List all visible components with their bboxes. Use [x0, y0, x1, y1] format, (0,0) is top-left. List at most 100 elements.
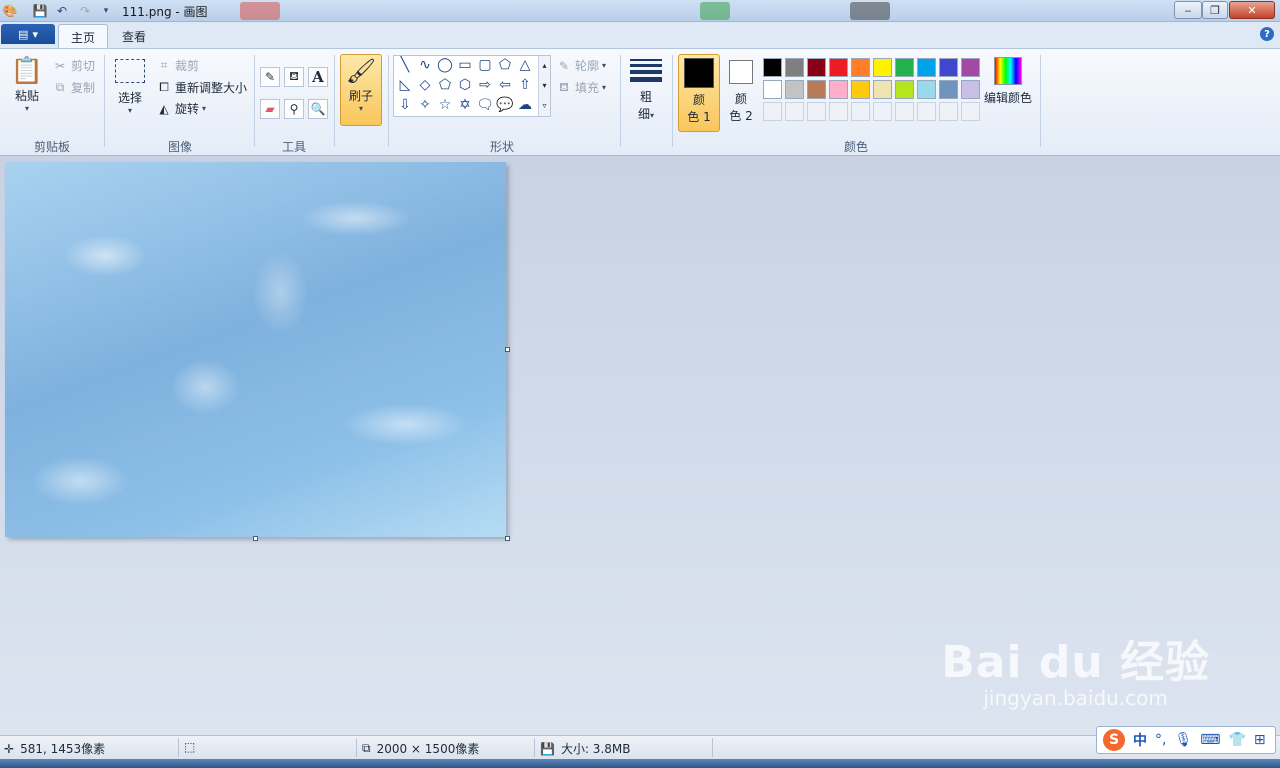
pentagon-shape-icon[interactable]: ⬠ [436, 76, 454, 94]
arrow-down-shape-icon[interactable]: ⇩ [396, 96, 414, 114]
shirt-icon[interactable]: 👕 [1228, 732, 1245, 748]
color-swatch[interactable] [785, 80, 804, 99]
rectangle-shape-icon[interactable]: ▭ [456, 56, 474, 74]
oval-callout-shape-icon[interactable]: 💬 [496, 96, 514, 114]
custom-color-swatch[interactable] [829, 102, 848, 121]
custom-color-swatch[interactable] [961, 102, 980, 121]
ime-punctuation[interactable]: °, [1155, 732, 1166, 748]
color-swatch[interactable] [917, 58, 936, 77]
cut-button[interactable]: ✂ 剪切 [52, 57, 95, 74]
select-button[interactable]: 选择 ▾ [112, 55, 148, 115]
maximize-button[interactable]: ❐ [1202, 1, 1228, 19]
image-group-label: 图像 [167, 140, 192, 154]
color-swatch[interactable] [961, 80, 980, 99]
fill-button[interactable]: ⛾ 填充 ▾ [556, 79, 606, 96]
copy-button[interactable]: ⧉ 复制 [52, 79, 95, 96]
color-swatch[interactable] [763, 58, 782, 77]
color-swatch[interactable] [807, 58, 826, 77]
polygon-shape-icon[interactable]: ⬠ [496, 56, 514, 74]
ime-toolbar[interactable]: S 中 °, 🎙 ⌨ 👕 ⊞ [1096, 726, 1276, 754]
paint-app-icon[interactable]: 🎨 [2, 3, 18, 19]
custom-color-swatch[interactable] [939, 102, 958, 121]
pencil-tool[interactable]: ✎ [260, 67, 280, 87]
color-swatch[interactable] [917, 80, 936, 99]
color-swatch[interactable] [763, 80, 782, 99]
file-menu-button[interactable]: ▤ ▾ [1, 24, 55, 44]
custom-color-swatch[interactable] [895, 102, 914, 121]
ime-mode[interactable]: 中 [1133, 730, 1147, 750]
workspace[interactable]: Bai du 经验 jingyan.baidu.com [0, 156, 1280, 735]
selection-size: ⬚ [184, 740, 195, 754]
sogou-logo-icon[interactable]: S [1103, 729, 1125, 751]
color-swatch[interactable] [873, 58, 892, 77]
color-swatch[interactable] [961, 58, 980, 77]
resize-handle-right[interactable] [505, 347, 510, 352]
color-swatch[interactable] [829, 80, 848, 99]
undo-icon[interactable]: ↶ [54, 3, 70, 19]
color-swatch[interactable] [895, 58, 914, 77]
six-point-star-shape-icon[interactable]: ✡ [456, 96, 474, 114]
color-swatch[interactable] [939, 80, 958, 99]
four-point-star-shape-icon[interactable]: ✧ [416, 96, 434, 114]
resize-handle-bottom[interactable] [253, 536, 258, 541]
color1-button[interactable]: 颜 色 1 [678, 54, 720, 132]
close-button[interactable]: ✕ [1229, 1, 1275, 19]
tab-home[interactable]: 主页 [58, 24, 109, 48]
color-swatch[interactable] [851, 80, 870, 99]
color-picker-tool[interactable]: ⚲ [284, 99, 304, 119]
text-tool[interactable]: A [308, 67, 328, 87]
color-swatch[interactable] [851, 58, 870, 77]
resize-handle-corner[interactable] [505, 536, 510, 541]
outline-button[interactable]: ✎ 轮廓 ▾ [556, 57, 606, 74]
paste-button[interactable]: 📋 粘贴 ▾ [8, 55, 46, 113]
keyboard-icon[interactable]: ⌨ [1200, 732, 1220, 748]
redo-icon[interactable]: ↷ [77, 3, 93, 19]
fill-tool[interactable]: ⛾ [284, 67, 304, 87]
oval-shape-icon[interactable]: ◯ [436, 56, 454, 74]
customize-quick-access-icon[interactable]: ▾ [98, 3, 114, 19]
size-button[interactable]: 粗 细▾ [626, 55, 666, 122]
shapes-scroll[interactable]: ▴ ▾ ▿ [538, 56, 550, 116]
brushes-button[interactable]: 🖌 刷子 ▾ [340, 54, 382, 126]
microphone-icon[interactable]: 🎙 [1174, 732, 1192, 748]
tab-view[interactable]: 查看 [110, 24, 158, 48]
custom-color-swatch[interactable] [785, 102, 804, 121]
color-swatch[interactable] [829, 58, 848, 77]
magnifier-tool[interactable]: 🔍 [308, 99, 328, 119]
eraser-tool[interactable]: ▰ [260, 99, 280, 119]
cloud-callout-shape-icon[interactable]: ☁ [516, 96, 534, 114]
five-point-star-shape-icon[interactable]: ☆ [436, 96, 454, 114]
color-swatch[interactable] [873, 80, 892, 99]
arrow-left-shape-icon[interactable]: ⇦ [496, 76, 514, 94]
custom-color-swatch[interactable] [851, 102, 870, 121]
save-icon[interactable]: 💾 [32, 3, 48, 19]
color-swatch[interactable] [939, 58, 958, 77]
hexagon-shape-icon[interactable]: ⬡ [456, 76, 474, 94]
diamond-shape-icon[interactable]: ◇ [416, 76, 434, 94]
color-swatch[interactable] [895, 80, 914, 99]
crop-button[interactable]: ⌗ 裁剪 [156, 57, 199, 74]
shapes-gallery[interactable]: ╲ ∿ ◯ ▭ ▢ ⬠ △ ◺ ◇ ⬠ ⬡ ⇨ ⇦ ⇧ ⇩ ✧ ☆ ✡ 🗨 💬 … [393, 55, 551, 117]
minimize-button[interactable]: ‒ [1174, 1, 1202, 19]
rect-callout-shape-icon[interactable]: 🗨 [476, 96, 494, 114]
line-shape-icon[interactable]: ╲ [396, 56, 414, 74]
curve-shape-icon[interactable]: ∿ [416, 56, 434, 74]
custom-color-swatch[interactable] [873, 102, 892, 121]
image-canvas[interactable] [5, 162, 506, 537]
rounded-rectangle-shape-icon[interactable]: ▢ [476, 56, 494, 74]
custom-color-swatch[interactable] [807, 102, 826, 121]
color-swatch[interactable] [785, 58, 804, 77]
color-swatch[interactable] [807, 80, 826, 99]
custom-color-swatch[interactable] [763, 102, 782, 121]
resize-button[interactable]: ⧠ 重新调整大小 [156, 79, 247, 96]
arrow-up-shape-icon[interactable]: ⇧ [516, 76, 534, 94]
rotate-button[interactable]: ◭ 旋转 ▾ [156, 100, 206, 117]
color2-button[interactable]: 颜 色 2 [722, 54, 760, 132]
help-icon[interactable]: ? [1260, 27, 1274, 41]
grid-icon[interactable]: ⊞ [1254, 732, 1266, 748]
right-triangle-shape-icon[interactable]: ◺ [396, 76, 414, 94]
arrow-right-shape-icon[interactable]: ⇨ [476, 76, 494, 94]
custom-color-swatch[interactable] [917, 102, 936, 121]
edit-colors-button[interactable]: 编辑颜色 [984, 57, 1032, 106]
triangle-shape-icon[interactable]: △ [516, 56, 534, 74]
